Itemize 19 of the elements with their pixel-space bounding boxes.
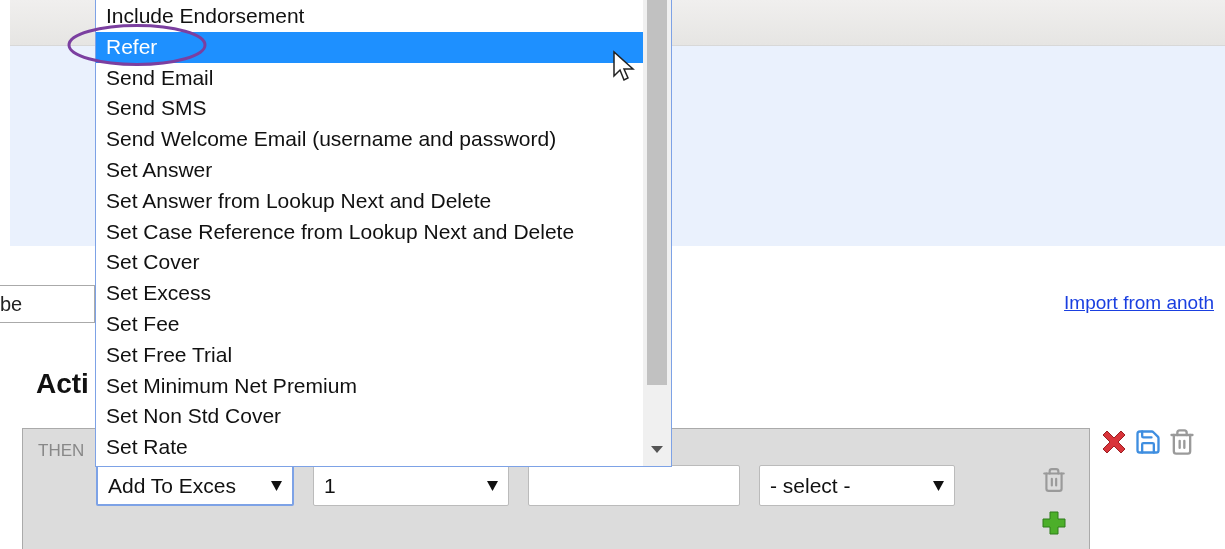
- value-input[interactable]: [528, 465, 740, 506]
- caret-icon: [271, 480, 282, 491]
- close-icon[interactable]: [1100, 428, 1128, 456]
- trash-icon[interactable]: [1041, 467, 1067, 493]
- trash-icon[interactable]: [1168, 428, 1196, 456]
- caret-icon: [933, 480, 944, 491]
- action-select[interactable]: Add To Exces: [96, 465, 294, 506]
- type-select[interactable]: be: [0, 285, 95, 323]
- scrollbar[interactable]: [643, 0, 671, 466]
- action-select[interactable]: - select -: [759, 465, 955, 506]
- scroll-down-icon[interactable]: [651, 446, 663, 454]
- section-heading: Acti: [36, 368, 89, 401]
- caret-icon: [487, 480, 498, 491]
- add-icon[interactable]: [1042, 511, 1066, 535]
- save-icon[interactable]: [1134, 428, 1162, 456]
- import-link[interactable]: Import from anoth: [1064, 292, 1214, 314]
- pointer-icon: [612, 50, 638, 82]
- action-select[interactable]: 1: [313, 465, 509, 506]
- then-label: THEN: [38, 441, 85, 461]
